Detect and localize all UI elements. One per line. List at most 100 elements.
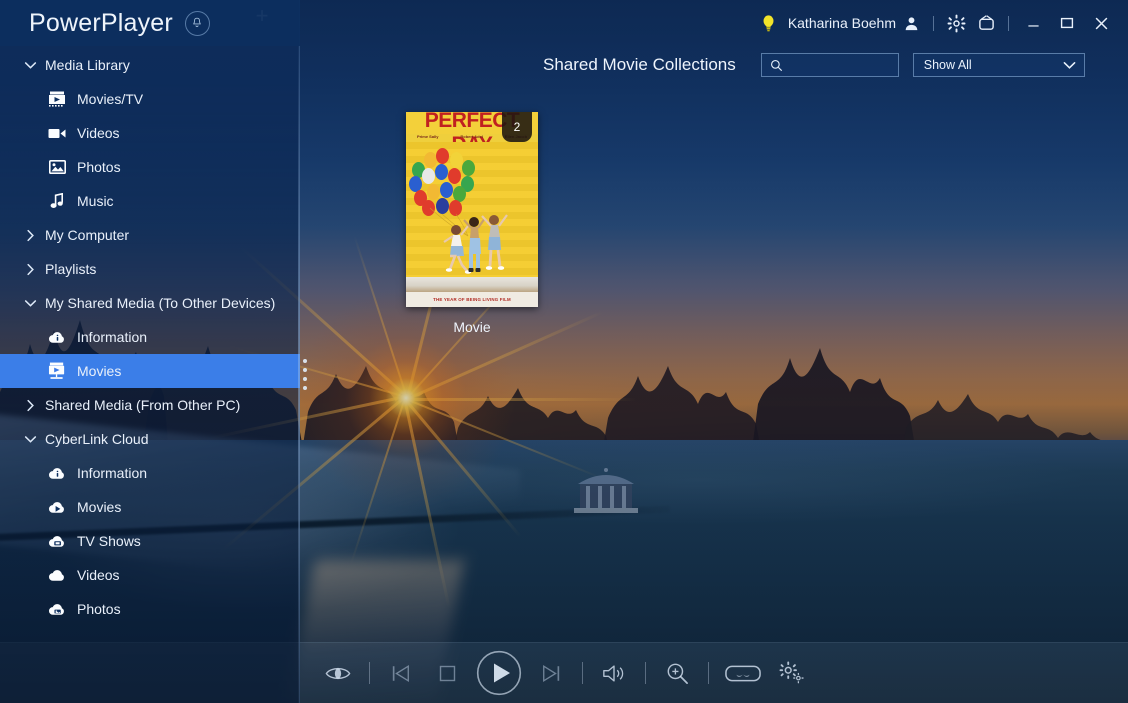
sidebar-item-label: Shared Media (From Other PC): [45, 397, 241, 413]
sidebar-item-media-library[interactable]: Media Library: [0, 48, 300, 82]
previous-icon[interactable]: [383, 655, 419, 691]
sidebar-item-photos[interactable]: Photos: [0, 150, 300, 184]
movie-poster[interactable]: PERFECT DAY Prime Sally Robert Adel Elle…: [406, 112, 538, 307]
poster-credit: Prime Sally: [416, 134, 439, 139]
splitter-dot: [302, 386, 307, 390]
username-label: Katharina Boehm: [787, 15, 896, 31]
tile-label: Movie: [453, 319, 491, 335]
poster-tagline-band: THE YEAR OF BEING LIVING FILM: [406, 292, 538, 307]
video-camera-icon: [46, 124, 68, 142]
sidebar-item-shared-media-from-other-pc[interactable]: Shared Media (From Other PC): [0, 388, 300, 422]
sidebar-item-movies-tv[interactable]: Movies/TV: [0, 82, 300, 116]
sidebar-item-label: Movies: [77, 499, 122, 515]
sidebar-item-label: Media Library: [45, 57, 130, 73]
film-strip-icon: [46, 90, 68, 108]
sidebar-item-videos[interactable]: Videos: [0, 558, 300, 592]
sidebar-item-label: Music: [77, 193, 114, 209]
balloon-strings: [429, 207, 508, 274]
sidebar-item-movies[interactable]: Movies: [0, 490, 300, 524]
chevron-down-icon[interactable]: [21, 56, 39, 74]
sidebar-item-label: Videos: [77, 567, 120, 583]
sidebar-item-photos[interactable]: Photos: [0, 592, 300, 626]
sidebar-item-playlists[interactable]: Playlists: [0, 252, 300, 286]
sidebar-item-label: TV Shows: [77, 533, 141, 549]
playbar-separator: [369, 662, 370, 684]
splitter-dot: [302, 368, 307, 372]
sidebar-item-label: Playlists: [45, 261, 97, 277]
sidebar-item-information[interactable]: Information: [0, 456, 300, 490]
title-bar-right: Katharina Boehm: [758, 0, 1128, 46]
sidebar-item-label: My Computer: [45, 227, 130, 243]
girl-figure: [481, 214, 508, 270]
playbar-separator: [582, 662, 583, 684]
sidebar-item-my-computer[interactable]: My Computer: [0, 218, 300, 252]
media-tile[interactable]: PERFECT DAY Prime Sally Robert Adel Elle…: [406, 112, 538, 335]
sidebar-item-label: CyberLink Cloud: [45, 431, 149, 447]
sidebar-item-information[interactable]: Information: [0, 320, 300, 354]
chevron-down-icon: [1063, 61, 1076, 70]
cloud-movie-icon: [46, 498, 68, 516]
sidebar-item-label: Information: [77, 465, 148, 481]
bell-icon[interactable]: [184, 10, 210, 36]
sidebar-item-my-shared-media-to-other-devices[interactable]: My Shared Media (To Other Devices): [0, 286, 300, 320]
search-input[interactable]: [788, 58, 889, 72]
volume-icon[interactable]: [596, 655, 632, 691]
powerplayer-window: Media Library Movies/TV Videos Photos Music M…: [0, 0, 1128, 703]
poster-artwork: [406, 142, 538, 277]
title-bar: PowerPlayer Katharina Boehm: [0, 0, 1128, 46]
cloud-tv-icon: [46, 532, 68, 550]
close-button[interactable]: [1084, 8, 1118, 38]
splitter-dot: [302, 377, 307, 381]
maximize-button[interactable]: [1050, 8, 1084, 38]
tv-mode-icon[interactable]: [971, 8, 1001, 38]
sidebar-item-label: Movies: [77, 363, 122, 379]
panel-splitter[interactable]: [296, 46, 307, 703]
sidebar-panel: Media Library Movies/TV Videos Photos Music M…: [0, 0, 300, 703]
app-title: PowerPlayer: [29, 8, 173, 37]
splitter-line: [298, 46, 300, 703]
playbar-separator: [645, 662, 646, 684]
chevron-right-icon[interactable]: [21, 226, 39, 244]
chevron-right-icon[interactable]: [21, 396, 39, 414]
shared-movie-icon: [46, 362, 68, 380]
sidebar-item-label: Information: [77, 329, 148, 345]
sidebar-item-label: Photos: [77, 159, 121, 175]
zoom-in-icon[interactable]: [659, 655, 695, 691]
settings-gear-icon[interactable]: [774, 655, 808, 691]
girl-figure: [463, 217, 486, 272]
play-icon[interactable]: [476, 650, 522, 696]
filter-dropdown[interactable]: Show All: [912, 53, 1085, 77]
sidebar-item-cyberlink-cloud[interactable]: CyberLink Cloud: [0, 422, 300, 456]
poster-tagline: THE YEAR OF BEING LIVING FILM: [433, 297, 511, 302]
chevron-down-icon[interactable]: [21, 294, 39, 312]
user-account-icon[interactable]: [896, 8, 926, 38]
search-box[interactable]: [760, 53, 899, 77]
sidebar-item-movies[interactable]: Movies: [0, 354, 300, 388]
content-header: Shared Movie Collections Show All: [305, 46, 1128, 84]
sidebar-item-label: Movies/TV: [77, 91, 144, 107]
stop-icon[interactable]: [429, 655, 465, 691]
media-grid: PERFECT DAY Prime Sally Robert Adel Elle…: [320, 100, 1128, 643]
gear-icon[interactable]: [941, 8, 971, 38]
title-bar-left: PowerPlayer: [0, 0, 300, 46]
media-tree: Media Library Movies/TV Videos Photos Music M…: [0, 48, 300, 703]
minimize-button[interactable]: [1016, 8, 1050, 38]
poster-ground: [406, 277, 538, 293]
cloud-photo-icon: [46, 600, 68, 618]
playbar-separator: [708, 662, 709, 684]
lightbulb-icon[interactable]: [758, 14, 780, 32]
vr-goggles-icon[interactable]: [722, 655, 764, 691]
next-icon[interactable]: [533, 655, 569, 691]
cloud-info-icon: [46, 464, 68, 482]
titlebar-separator: [933, 15, 934, 31]
titlebar-separator: [1008, 15, 1009, 31]
sidebar-item-videos[interactable]: Videos: [0, 116, 300, 150]
chevron-right-icon[interactable]: [21, 260, 39, 278]
sidebar-item-tv-shows[interactable]: TV Shows: [0, 524, 300, 558]
poster-credit: Robert Adel: [460, 134, 483, 139]
sidebar-item-label: Videos: [77, 125, 120, 141]
3d-eye-icon[interactable]: [320, 655, 356, 691]
cloud-video-icon: [46, 566, 68, 584]
chevron-down-icon[interactable]: [21, 430, 39, 448]
sidebar-item-music[interactable]: Music: [0, 184, 300, 218]
